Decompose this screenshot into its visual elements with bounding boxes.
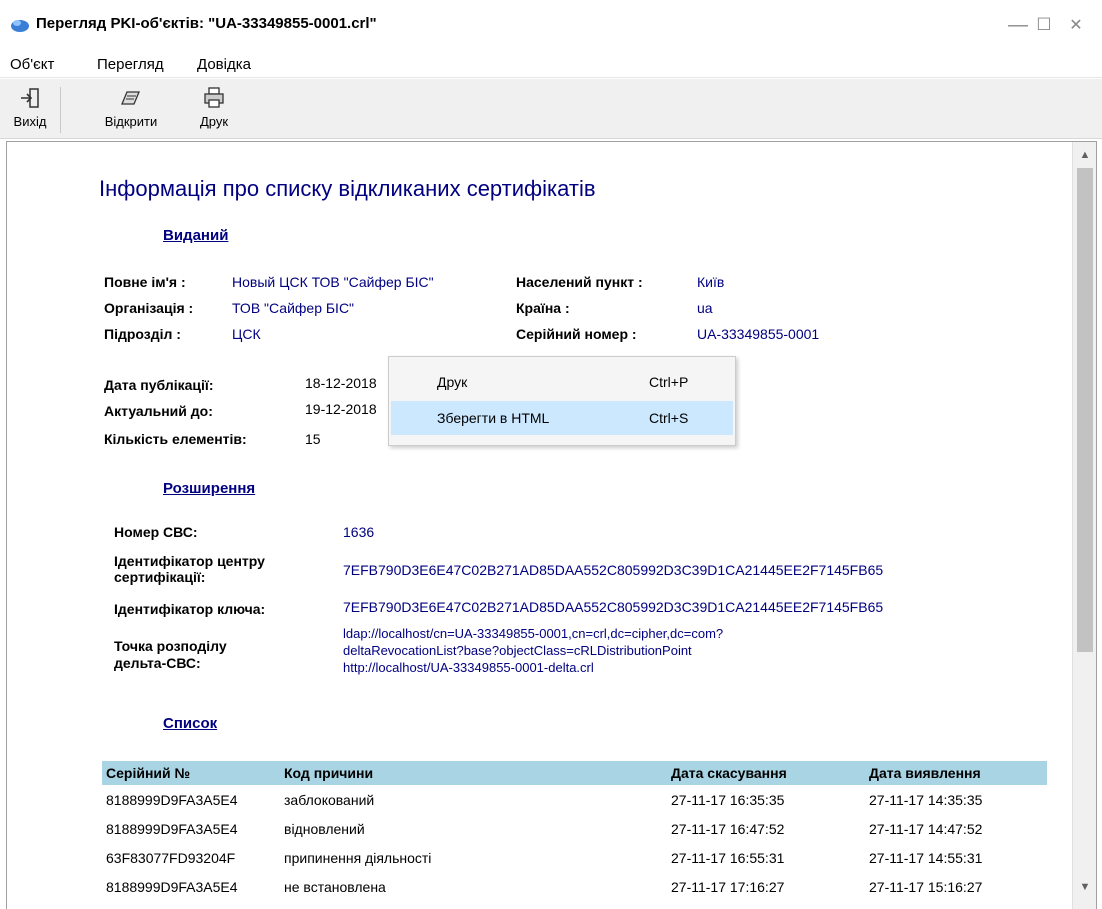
print-label: Друк	[199, 114, 229, 129]
open-label: Відкрити	[104, 114, 158, 129]
delta-value-line3: http://localhost/UA-33349855-0001-delta.…	[343, 660, 594, 675]
unit-value: ЦСК	[232, 326, 261, 342]
cell-revoked: 27-11-17 17:16:27	[671, 878, 785, 895]
context-print-label: Друк	[437, 374, 468, 390]
cell-reason: відновлений	[284, 820, 365, 837]
full-name-label: Повне ім'я :	[104, 274, 186, 290]
menu-view[interactable]: Перегляд	[97, 56, 164, 73]
context-print-shortcut: Ctrl+P	[649, 374, 689, 390]
delta-value-line1: ldap://localhost/cn=UA-33349855-0001,cn=…	[343, 626, 724, 641]
scroll-down-arrow-icon[interactable]: ▼	[1073, 876, 1096, 898]
delta-label-line1: Точка розподілу	[114, 638, 227, 654]
cell-detected: 27-11-17 14:47:52	[869, 820, 983, 837]
scroll-thumb[interactable]	[1077, 168, 1093, 652]
cell-revoked: 27-11-17 16:47:52	[671, 820, 785, 837]
toolbar-divider	[60, 87, 61, 133]
context-print[interactable]: Друк Ctrl+P	[391, 365, 733, 399]
delta-value-line2: deltaRevocationList?base?objectClass=cRL…	[343, 643, 692, 658]
context-save-html-label: Зберегти в HTML	[437, 410, 550, 426]
delta-label-line2: дельта-СВС:	[114, 655, 201, 671]
toolbar: Вихід Відкрити Друк	[0, 79, 1102, 139]
cell-detected: 27-11-17 14:35:35	[869, 791, 983, 808]
cell-serial: 8188999D9FA3A5E4	[106, 878, 238, 895]
menu-help[interactable]: Довідка	[197, 56, 251, 73]
context-menu: Друк Ctrl+P Зберегти в HTML Ctrl+S	[388, 356, 736, 446]
valid-label: Актуальний до:	[104, 403, 213, 419]
unit-label: Підрозділ :	[104, 326, 181, 342]
open-button[interactable]: Відкрити	[96, 83, 166, 135]
table-header-row: Серійний № Код причини Дата скасування Д…	[102, 761, 1047, 785]
document-view[interactable]: Інформація про списку відкликаних сертиф…	[6, 141, 1097, 909]
window-title: Перегляд PKI-об'єктів: "UA-33349855-0001…	[36, 15, 377, 32]
open-icon	[121, 91, 140, 105]
print-icon	[204, 87, 224, 108]
cell-revoked: 27-11-17 16:55:31	[671, 849, 785, 866]
table-row: 8188999D9FA3A5E4 не встановлена 27-11-17…	[102, 872, 1047, 901]
scroll-up-arrow-icon[interactable]: ▲	[1073, 144, 1096, 166]
col-revoked: Дата скасування	[667, 761, 865, 785]
cell-detected: 27-11-17 15:16:27	[869, 878, 983, 895]
revocation-table: Серійний № Код причини Дата скасування Д…	[102, 761, 1047, 901]
table-row: 8188999D9FA3A5E4 заблокований 27-11-17 1…	[102, 785, 1047, 814]
locality-value: Київ	[697, 274, 725, 290]
col-serial: Серійний №	[102, 761, 280, 785]
menu-object[interactable]: Об'єкт	[10, 56, 54, 73]
cell-detected: 27-11-17 14:55:31	[869, 849, 983, 866]
section-issuer[interactable]: Виданий	[163, 227, 228, 244]
app-icon	[11, 20, 29, 32]
cell-serial: 8188999D9FA3A5E4	[106, 820, 238, 837]
col-detected: Дата виявлення	[865, 761, 1047, 785]
org-label: Організація :	[104, 300, 194, 316]
table-row: 63F83077FD93204F припинення діяльності 2…	[102, 843, 1047, 872]
close-button[interactable]: ✕	[1056, 10, 1096, 40]
cell-reason: не встановлена	[284, 878, 386, 895]
cell-serial: 8188999D9FA3A5E4	[106, 791, 238, 808]
serial-label: Серійний номер :	[516, 326, 637, 342]
cell-reason: припинення діяльності	[284, 849, 432, 866]
org-value: ТОВ "Сайфер БІС"	[232, 300, 355, 316]
crl-number-value: 1636	[343, 524, 375, 540]
count-label: Кількість елементів:	[104, 431, 247, 447]
key-id-value: 7EFB790D3E6E47C02B271AD85DAA552C805992D3…	[343, 599, 884, 615]
exit-icon	[21, 88, 39, 108]
print-button[interactable]: Друк	[190, 83, 238, 135]
report-heading: Інформація про списку відкликаних сертиф…	[99, 176, 596, 201]
cell-serial: 63F83077FD93204F	[106, 849, 236, 866]
section-list[interactable]: Список	[163, 715, 217, 732]
ca-id-label-line2: сертифікації:	[114, 569, 206, 585]
exit-label: Вихід	[13, 114, 47, 129]
key-id-label: Ідентифікатор ключа:	[114, 601, 266, 617]
cell-reason: заблокований	[284, 791, 375, 808]
published-label: Дата публікації:	[104, 377, 214, 393]
report-content: Інформація про списку відкликаних сертиф…	[7, 142, 1072, 909]
exit-button[interactable]: Вихід	[6, 83, 54, 135]
context-save-html-shortcut: Ctrl+S	[649, 410, 689, 426]
count-value: 15	[305, 431, 321, 447]
vertical-scrollbar[interactable]: ▲ ▼	[1072, 142, 1096, 909]
country-label: Країна :	[516, 300, 570, 316]
locality-label: Населений пункт :	[516, 274, 643, 290]
valid-value: 19-12-2018	[305, 401, 377, 417]
ca-id-value: 7EFB790D3E6E47C02B271AD85DAA552C805992D3…	[343, 562, 884, 578]
ca-id-label-line1: Ідентифікатор центру	[114, 553, 265, 569]
section-extensions[interactable]: Розширення	[163, 480, 255, 497]
col-reason: Код причини	[280, 761, 667, 785]
title-bar: Перегляд PKI-об'єктів: "UA-33349855-0001…	[0, 0, 1102, 50]
country-value: ua	[697, 300, 713, 316]
published-value: 18-12-2018	[305, 375, 377, 391]
menu-bar: Об'єкт Перегляд Довідка	[0, 50, 1102, 78]
cell-revoked: 27-11-17 16:35:35	[671, 791, 785, 808]
crl-number-label: Номер СВС:	[114, 524, 198, 540]
table-row: 8188999D9FA3A5E4 відновлений 27-11-17 16…	[102, 814, 1047, 843]
full-name-value: Новый ЦСК ТОВ "Сайфер БІС"	[232, 274, 434, 290]
context-save-html[interactable]: Зберегти в HTML Ctrl+S	[391, 401, 733, 435]
serial-value: UA-33349855-0001	[697, 326, 820, 342]
